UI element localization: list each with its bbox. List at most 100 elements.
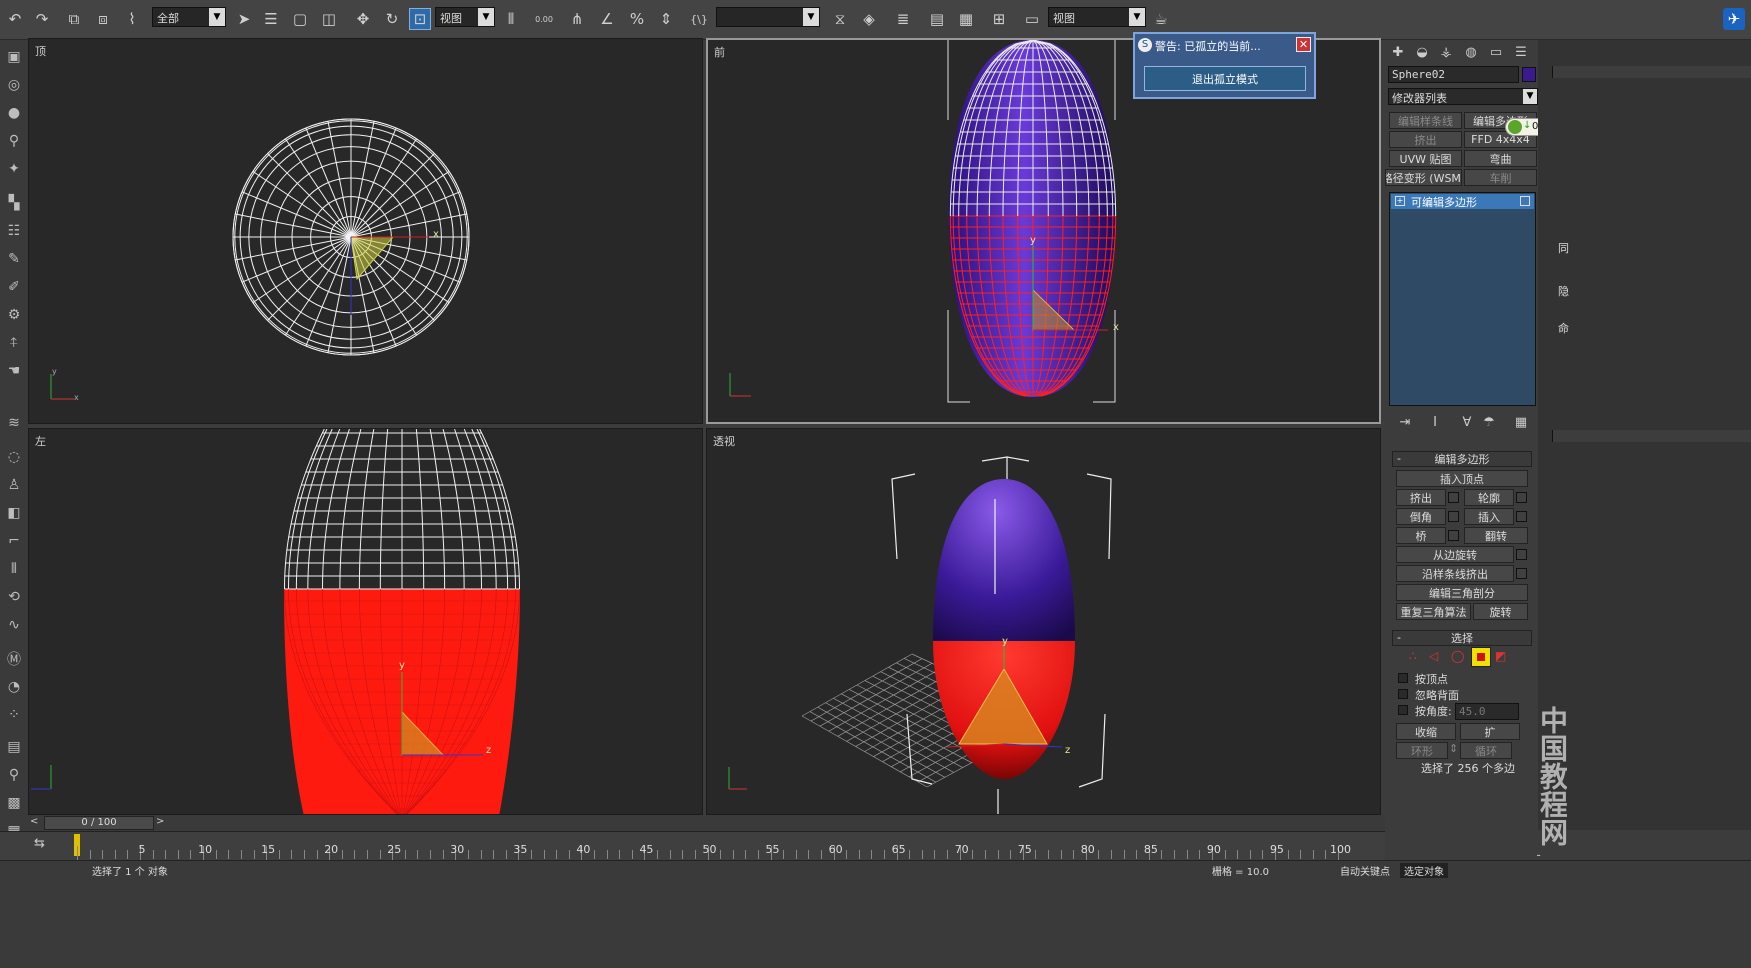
tool-hand-icon[interactable]: ☚ (3, 360, 25, 382)
viewport-left[interactable]: 左 z y (28, 428, 703, 815)
dialog-title-bar[interactable]: S 警告: 已孤立的当前... (1135, 34, 1314, 56)
app-logo-icon[interactable]: ✈ (1723, 8, 1745, 30)
bevel-button[interactable]: 倒角 (1396, 508, 1446, 525)
outline-settings-icon[interactable] (1516, 492, 1527, 503)
tool-list-icon[interactable]: ▤ (3, 736, 25, 758)
rotate-icon[interactable]: ↻ (381, 8, 403, 30)
move-icon[interactable]: ✥ (352, 8, 374, 30)
ring-spinner-icon[interactable]: ⇕ (1449, 742, 1458, 755)
undo-icon[interactable]: ↶ (4, 8, 26, 30)
tool-gear-icon[interactable]: ⚙ (3, 304, 25, 326)
redo-icon[interactable]: ↷ (31, 8, 53, 30)
inset-button[interactable]: 插入 (1464, 508, 1514, 525)
pin-stack-icon[interactable]: ⇥ (1395, 412, 1415, 432)
schematic-icon[interactable]: ▦ (955, 8, 977, 30)
tool-figure-icon[interactable]: ♙ (3, 474, 25, 496)
display-tab-icon[interactable]: ▭ (1486, 42, 1506, 62)
extrude-spline-settings-icon[interactable] (1516, 568, 1527, 579)
tool-cube-icon[interactable]: ◧ (3, 502, 25, 524)
bridge-button[interactable]: 桥 (1396, 527, 1446, 544)
tool-checker-icon[interactable]: ▚ (3, 192, 25, 214)
tool-ruler-icon[interactable]: ⫴ (3, 558, 25, 580)
border-mode-icon[interactable]: ◯ (1451, 649, 1464, 663)
ignore-backface-checkbox[interactable] (1398, 689, 1408, 699)
mod-button-extrude[interactable]: 挤出 (1389, 131, 1462, 148)
modify-tab-icon[interactable]: ◒ (1412, 42, 1432, 62)
element-mode-icon[interactable]: ◩ (1495, 649, 1506, 663)
mirror-icon[interactable]: ⧖ (829, 8, 851, 30)
align-icon[interactable]: ◈ (858, 8, 880, 30)
layer-icon[interactable]: ≣ (892, 8, 914, 30)
motion-tab-icon[interactable]: ◍ (1461, 42, 1481, 62)
outline-button[interactable]: 轮廓 (1464, 489, 1514, 506)
next-frame-icon[interactable]: > (156, 816, 168, 829)
extrude-along-spline-button[interactable]: 沿样条线挤出 (1396, 565, 1514, 582)
set-selection-dropdown[interactable]: 选定对象 (1400, 863, 1448, 878)
mod-button-bend[interactable]: 弯曲 (1464, 150, 1537, 167)
mini-curve-editor-icon[interactable]: ⇆ (34, 836, 50, 852)
tool-stack-icon[interactable]: ☷ (3, 220, 25, 242)
bind-spacewarp-icon[interactable]: ⌇ (121, 8, 143, 30)
tool-pin-icon[interactable]: ⍏ (3, 332, 25, 354)
select-arrow-icon[interactable]: ➤ (233, 8, 255, 30)
polygon-mode-icon[interactable] (1471, 647, 1491, 667)
remove-modifier-icon[interactable]: ☂ (1479, 412, 1499, 432)
pivot-icon[interactable]: ⫴ (500, 8, 522, 30)
create-tab-icon[interactable]: ✚ (1388, 42, 1408, 62)
tool-star-icon[interactable]: ✦ (3, 158, 25, 180)
render-setup-icon[interactable]: ▭ (1021, 8, 1043, 30)
rect-region-icon[interactable]: ▢ (289, 8, 311, 30)
tool-image-icon[interactable]: ▩ (3, 792, 25, 814)
object-color-swatch[interactable] (1522, 67, 1536, 82)
tool-pencil-icon[interactable]: ✎ (3, 248, 25, 270)
tool-dots-icon[interactable]: ⁘ (3, 704, 25, 726)
modifier-list-dropdown[interactable]: 修改器列表 ▼ (1388, 88, 1538, 105)
keyboard-shortcut-icon[interactable]: 0.00 (533, 8, 555, 30)
extrude-settings-icon[interactable] (1448, 492, 1459, 503)
expand-plus-icon[interactable]: + (1395, 196, 1405, 206)
ref-coord-dropdown[interactable]: 视图 ▼ (435, 7, 495, 27)
make-unique-icon[interactable]: ∀ (1457, 412, 1477, 432)
spinner-snap-icon[interactable]: ⇕ (655, 8, 677, 30)
flip-button[interactable]: 翻转 (1464, 527, 1528, 544)
isolate-warning-dialog[interactable]: S 警告: 已孤立的当前... ✕ 退出孤立模式 (1133, 32, 1316, 99)
prev-frame-icon[interactable]: < (30, 816, 42, 829)
mod-button-path-deform[interactable]: 路径变形 (WSM) (1385, 169, 1462, 186)
tool-cylinder-icon[interactable]: ◎ (3, 74, 25, 96)
material-editor-icon[interactable]: ⊞ (988, 8, 1010, 30)
link-icon[interactable]: ⧉ (63, 8, 85, 30)
tool-dial-icon[interactable]: ◔ (3, 676, 25, 698)
scale-icon[interactable]: ⊡ (409, 8, 431, 30)
angle-snap-icon[interactable]: ∠ (596, 8, 618, 30)
turn-button[interactable]: 旋转 (1473, 603, 1528, 620)
tool-bone-icon[interactable]: ⌐ (3, 530, 25, 552)
bevel-settings-icon[interactable] (1448, 511, 1459, 522)
tool-rotate-icon[interactable]: ⟲ (3, 586, 25, 608)
close-icon[interactable]: ✕ (1296, 37, 1311, 52)
shrink-button[interactable]: 收缩 (1396, 723, 1456, 740)
select-by-name-icon[interactable]: ☰ (260, 8, 282, 30)
extrude-button[interactable]: 挤出 (1396, 489, 1446, 506)
viewport-perspective[interactable]: 透视 y z (706, 428, 1381, 815)
percent-snap-icon[interactable]: % (626, 8, 648, 30)
exit-isolation-button[interactable]: 退出孤立模式 (1144, 66, 1306, 91)
curve-editor-icon[interactable]: ▤ (926, 8, 948, 30)
tool-lamp-icon[interactable]: ⚲ (3, 130, 25, 152)
tool-search-icon[interactable]: ⚲ (3, 764, 25, 786)
stack-item-editable-poly[interactable]: + 可编辑多边形 (1391, 194, 1534, 209)
modifier-stack[interactable]: + 可编辑多边形 (1389, 192, 1536, 406)
configure-sets-icon[interactable]: ▦ (1511, 412, 1531, 432)
edit-triangulation-button[interactable]: 编辑三角剖分 (1396, 584, 1528, 601)
object-name-field[interactable]: Sphere02 (1388, 66, 1519, 83)
bridge-settings-icon[interactable] (1448, 530, 1459, 541)
viewport-top[interactable]: 顶 x y x (28, 38, 703, 424)
tool-sphere-icon[interactable]: ● (3, 102, 25, 124)
selection-rollout-header[interactable]: - 选择 (1392, 630, 1532, 646)
insert-vertex-button[interactable]: 插入顶点 (1396, 470, 1528, 487)
window-crossing-icon[interactable]: ◫ (318, 8, 340, 30)
tool-m-icon[interactable]: Ⓜ (3, 648, 25, 670)
inset-settings-icon[interactable] (1516, 511, 1527, 522)
tool-tilde-icon[interactable]: ∿ (3, 614, 25, 636)
tool-box-icon[interactable]: ▣ (3, 46, 25, 68)
render-icon[interactable]: ☕ (1150, 8, 1172, 30)
